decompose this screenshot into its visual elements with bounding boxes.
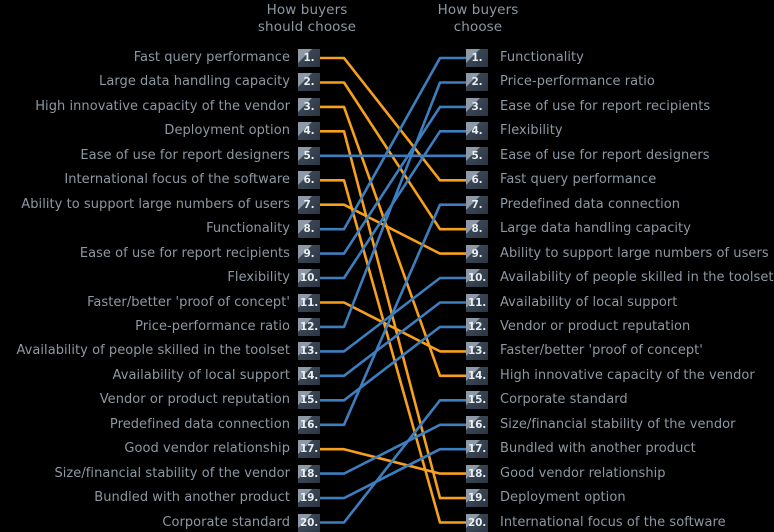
right-rank-label: Flexibility: [500, 123, 563, 139]
left-rank-label: Size/financial stability of the vendor: [54, 465, 290, 481]
right-rank-label: Vendor or product reputation: [500, 318, 691, 334]
right-rank-badge[interactable]: 11.: [466, 293, 488, 312]
right-rank-badge[interactable]: 9.: [466, 244, 488, 263]
left-rank-badge[interactable]: 10.: [298, 269, 320, 288]
slopegraph-canvas: How buyers should choose How buyers choo…: [0, 0, 774, 532]
left-rank-badge[interactable]: 5.: [298, 146, 320, 165]
link-line: [320, 399, 466, 524]
left-rank-badge[interactable]: 17.: [298, 440, 320, 459]
right-rank-badge[interactable]: 17.: [466, 440, 488, 459]
right-rank-badge[interactable]: 1.: [466, 49, 488, 67]
left-rank-label: Corporate standard: [162, 514, 290, 530]
right-rank-label: Price-performance ratio: [500, 74, 655, 90]
right-rank-label: Ease of use for report recipients: [500, 98, 711, 114]
left-rank-label: Ease of use for report recipients: [79, 245, 290, 261]
left-rank-label: Fast query performance: [133, 50, 290, 65]
link-line: [320, 203, 466, 427]
left-rank-label: Price-performance ratio: [135, 318, 290, 334]
left-rank-badge[interactable]: 1.: [298, 49, 320, 67]
left-rank-badge[interactable]: 7.: [298, 195, 320, 214]
right-rank-badge[interactable]: 13.: [466, 342, 488, 361]
right-rank-badge[interactable]: 18.: [466, 464, 488, 483]
left-rank-label: Faster/better 'proof of concept': [87, 294, 290, 310]
right-rank-badge[interactable]: 10.: [466, 269, 488, 288]
left-rank-badge[interactable]: 12.: [298, 317, 320, 336]
right-rank-label: Availability of people skilled in the to…: [500, 270, 774, 286]
left-rank-badge[interactable]: 2.: [298, 73, 320, 92]
left-rank-badge[interactable]: 8.: [298, 220, 320, 239]
left-rank-label: Ability to support large numbers of user…: [21, 196, 290, 212]
right-rank-badge[interactable]: 5.: [466, 146, 488, 165]
left-rank-badge[interactable]: 19.: [298, 489, 320, 508]
left-rank-badge[interactable]: 16.: [298, 415, 320, 434]
left-rank-label: Vendor or product reputation: [99, 392, 290, 408]
left-rank-badge[interactable]: 3.: [298, 97, 320, 116]
right-rank-badge[interactable]: 14.: [466, 366, 488, 385]
left-rank-badge[interactable]: 13.: [298, 342, 320, 361]
left-rank-label: Functionality: [206, 221, 290, 237]
left-rank-label: Bundled with another product: [94, 490, 290, 506]
left-rank-label: High innovative capacity of the vendor: [35, 98, 290, 114]
right-rank-label: Fast query performance: [500, 172, 657, 188]
left-rank-label: Availability of people skilled in the to…: [16, 343, 290, 359]
left-rank-badge[interactable]: 11.: [298, 293, 320, 312]
right-rank-label: Good vendor relationship: [500, 465, 666, 481]
right-rank-label: Ability to support large numbers of user…: [500, 245, 769, 261]
right-rank-badge[interactable]: 7.: [466, 195, 488, 214]
right-rank-badge[interactable]: 12.: [466, 317, 488, 336]
right-rank-label: Deployment option: [500, 490, 626, 506]
left-rank-badge[interactable]: 4.: [298, 122, 320, 141]
right-rank-badge[interactable]: 15.: [466, 391, 488, 410]
link-line: [320, 56, 466, 182]
right-rank-label: Functionality: [500, 50, 584, 65]
right-rank-label: High innovative capacity of the vendor: [500, 367, 755, 383]
left-rank-badge[interactable]: 15.: [298, 391, 320, 410]
right-rank-badge[interactable]: 6.: [466, 171, 488, 190]
left-rank-label: Availability of local support: [112, 367, 290, 383]
right-rank-label: Predefined data connection: [500, 196, 681, 212]
right-rank-badge[interactable]: 2.: [466, 73, 488, 92]
left-rank-label: Good vendor relationship: [124, 441, 290, 457]
right-rank-label: Large data handling capacity: [500, 221, 691, 237]
left-rank-badge[interactable]: 20.: [298, 513, 320, 532]
left-rank-badge[interactable]: 18.: [298, 464, 320, 483]
right-rank-badge[interactable]: 16.: [466, 415, 488, 434]
right-rank-badge[interactable]: 4.: [466, 122, 488, 141]
left-rank-label: Ease of use for report designers: [80, 147, 290, 163]
left-rank-label: Deployment option: [164, 123, 290, 139]
right-rank-label: International focus of the software: [500, 514, 726, 530]
left-rank-label: Flexibility: [227, 270, 290, 286]
right-rank-label: Bundled with another product: [500, 441, 696, 457]
right-rank-badge[interactable]: 8.: [466, 220, 488, 239]
left-rank-badge[interactable]: 14.: [298, 366, 320, 385]
left-rank-label: International focus of the software: [64, 172, 290, 188]
right-rank-badge[interactable]: 19.: [466, 489, 488, 508]
left-rank-label: Large data handling capacity: [99, 74, 290, 90]
left-rank-badge[interactable]: 9.: [298, 244, 320, 263]
right-rank-label: Faster/better 'proof of concept': [500, 343, 703, 359]
left-rank-badge[interactable]: 6.: [298, 171, 320, 190]
right-rank-label: Corporate standard: [500, 392, 628, 408]
left-rank-label: Predefined data connection: [109, 416, 290, 432]
right-rank-badge[interactable]: 20.: [466, 513, 488, 532]
right-rank-label: Size/financial stability of the vendor: [500, 416, 736, 432]
right-rank-badge[interactable]: 3.: [466, 97, 488, 116]
right-rank-label: Availability of local support: [500, 294, 678, 310]
right-rank-label: Ease of use for report designers: [500, 147, 710, 163]
link-line: [320, 105, 466, 378]
